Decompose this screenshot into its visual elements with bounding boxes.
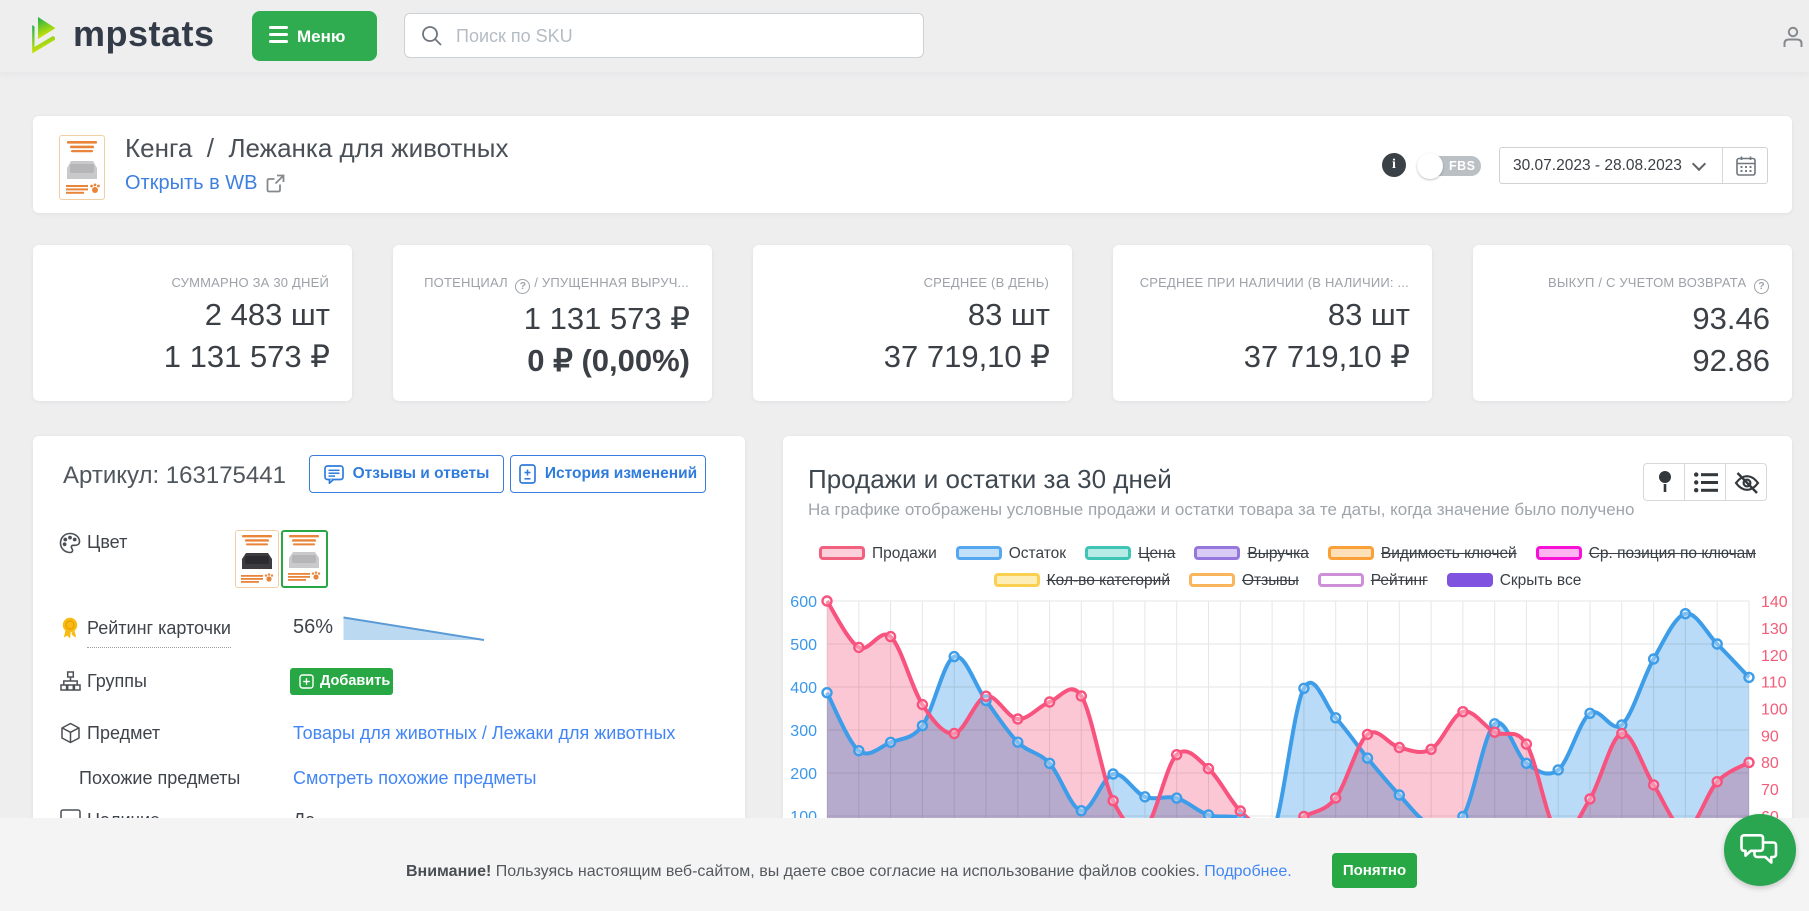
svg-text:400: 400 [790,680,817,697]
svg-text:100: 100 [1761,702,1788,719]
svg-text:120: 120 [1761,648,1788,665]
svg-text:200: 200 [790,766,817,783]
svg-text:300: 300 [790,723,817,740]
svg-text:110: 110 [1761,675,1787,692]
svg-text:130: 130 [1761,621,1788,638]
svg-text:600: 600 [790,594,817,611]
svg-text:90: 90 [1761,728,1779,745]
svg-text:70: 70 [1761,782,1779,799]
svg-text:500: 500 [790,637,817,654]
svg-text:80: 80 [1761,755,1779,772]
svg-text:140: 140 [1761,594,1788,611]
